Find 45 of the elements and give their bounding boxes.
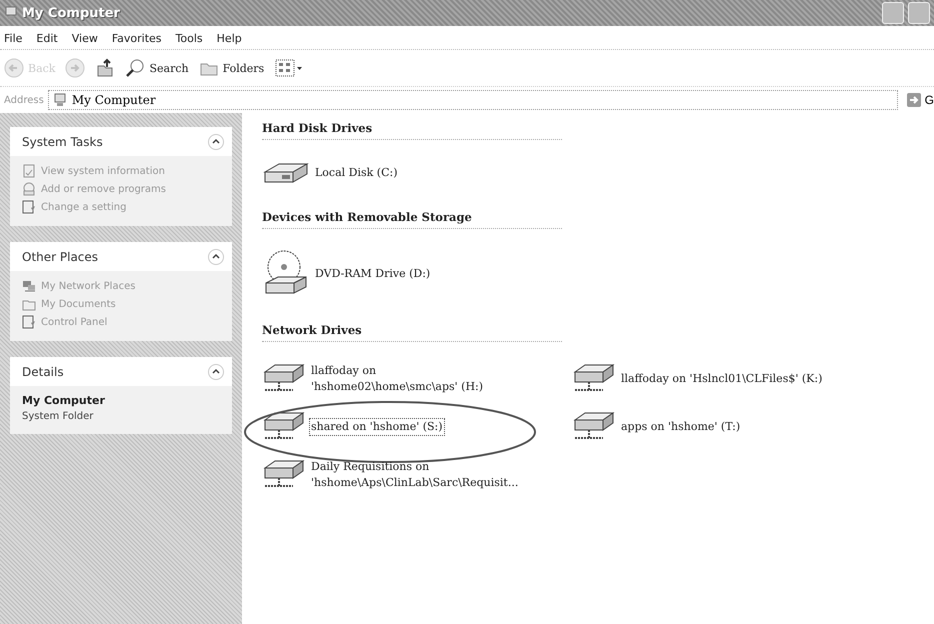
group-heading: Devices with Removable Storage (262, 210, 562, 229)
menu-item[interactable]: View (72, 32, 98, 45)
window-title: My Computer (22, 6, 121, 20)
computer-icon (4, 6, 18, 20)
menu-item[interactable]: Favorites (112, 32, 162, 45)
search-button[interactable]: Search (125, 58, 189, 78)
drive-label[interactable]: llaffoday on 'Hslncl01\CLFiles$' (K:) (620, 370, 824, 388)
drive-label[interactable]: shared on 'hshome' (S:) (310, 418, 444, 436)
control-panel-icon (22, 315, 36, 329)
collapse-button[interactable] (208, 364, 224, 380)
control-panel-icon (22, 200, 36, 214)
menu-item[interactable]: Tools (176, 32, 203, 45)
document-icon (22, 164, 36, 178)
drive-label[interactable]: llaffoday on 'hshome02\home\smc\aps' (H:) (310, 362, 484, 396)
folder-up-icon (95, 58, 116, 78)
chevron-icon (212, 138, 220, 146)
panel-title: System Tasks (22, 135, 103, 149)
up-button[interactable] (95, 58, 116, 78)
drive-label[interactable]: Local Disk (C:) (314, 164, 399, 182)
address-field[interactable]: My Computer (48, 90, 898, 110)
panel-title: Details (22, 365, 64, 379)
menu-item[interactable]: Help (216, 32, 242, 45)
details-type: System Folder (22, 411, 94, 422)
search-icon (125, 58, 146, 78)
group-heading: Hard Disk Drives (262, 121, 562, 140)
drive-label[interactable]: apps on 'hshome' (T:) (620, 418, 742, 436)
views-button[interactable] (274, 58, 304, 78)
folders-button[interactable]: Folders (198, 59, 264, 77)
chevron-icon (212, 368, 220, 376)
drive-label[interactable]: Daily Requisitions on 'hshome\Aps\ClinLab\Sarc\Requisit... (310, 458, 520, 492)
group-heading: Network Drives (262, 323, 562, 342)
panel-title: Other Places (22, 250, 98, 264)
chevron-icon (212, 253, 220, 261)
menu-item[interactable]: File (4, 32, 22, 45)
views-icon (274, 58, 304, 78)
drive-label[interactable]: DVD-RAM Drive (D:) (314, 266, 432, 282)
details-name: My Computer (22, 394, 106, 407)
computer-icon (52, 93, 67, 107)
go-button[interactable]: G (902, 92, 934, 108)
disc-box-icon (22, 182, 36, 196)
menu-item[interactable]: Edit (36, 32, 58, 45)
collapse-button[interactable] (208, 134, 224, 150)
collapse-button[interactable] (208, 249, 224, 265)
network-computers-icon (22, 279, 36, 293)
address-label: Address (4, 94, 44, 106)
